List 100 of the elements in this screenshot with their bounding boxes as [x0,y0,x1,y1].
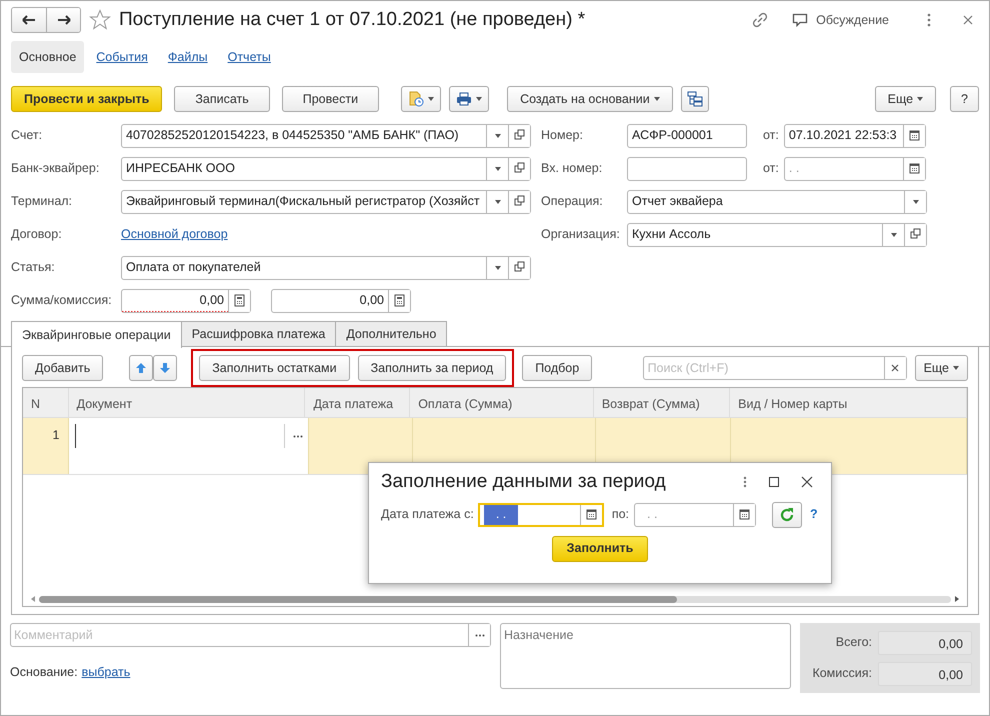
caret-icon [494,166,500,170]
calculator-button[interactable] [388,290,410,312]
arrow-down-icon [159,362,172,374]
forward-button[interactable] [46,8,80,32]
select-field[interactable]: 40702852520120154223, в 044525350 "АМБ БАНК" (ПАО) [121,124,531,148]
select-field[interactable]: Отчет эквайера [627,190,927,214]
open-window-icon [514,195,525,208]
more-icon[interactable] [927,13,931,27]
toolbar-button[interactable]: Провести [282,86,380,112]
calendar-button[interactable] [733,504,756,526]
more-button[interactable]: Еще [874,86,936,112]
open-button[interactable] [508,190,530,212]
open-window-icon [910,228,921,241]
basis-label: Основание: [10,664,78,681]
add-button[interactable]: Добавить [22,355,104,381]
toolbar-button[interactable]: Записать [174,86,270,112]
dropdown-button[interactable] [904,190,926,212]
total-label: Комиссия: [811,665,872,682]
star-icon[interactable] [89,9,111,31]
window-title: Поступление на счет 1 от 07.10.2021 (не проведен) * [119,8,586,32]
refresh-button[interactable] [772,502,802,528]
arrow-up-icon [135,362,148,374]
select-field[interactable]: Эквайринговый терминал(Фискальный регистратор (Хозяйст [121,190,531,214]
calculator-button[interactable] [228,290,250,312]
discussion-button[interactable]: Обсуждение [792,10,889,30]
ellipsis-icon[interactable] [292,435,302,438]
tab[interactable]: Эквайринговые операции [11,321,182,348]
refresh-icon [779,506,796,523]
documents-menu-button[interactable] [401,86,442,112]
link-icon[interactable] [752,12,768,28]
calendar-button[interactable] [902,124,925,146]
input-field[interactable]: АСФР-000001 [627,124,747,148]
select-field[interactable]: ИНРЕСБАНК ООО [121,156,531,180]
structure-button[interactable] [680,86,709,112]
caret-icon [494,200,500,204]
field-label: Операция: [541,193,604,210]
field-label: от: [763,160,779,178]
close-icon[interactable] [963,15,973,25]
maximize-icon[interactable] [769,477,779,488]
more-button[interactable]: Еще [914,355,968,381]
contract-link[interactable]: Основной договор [121,225,228,244]
column-header: Вид / Номер карты [730,388,967,417]
field-label: Дата платежа с: [381,506,474,524]
select-field[interactable]: Оплата от покупателей [121,256,531,280]
comment-field[interactable]: Комментарий [10,623,491,647]
row-number-cell: 1 [23,418,68,474]
field-label: от: [763,127,779,144]
nav-tab[interactable]: События [88,41,156,73]
open-button[interactable] [508,124,530,146]
basis-link[interactable]: выбрать [82,663,130,682]
date-field[interactable]: 07.10.2021 22:53:3 [784,124,926,148]
scroll-left-icon[interactable] [31,596,35,602]
caret-icon [654,97,660,101]
purpose-field[interactable]: Назначение [500,623,791,689]
tab[interactable]: Расшифровка платежа [180,321,336,346]
fill-button[interactable]: Заполнить за период [358,355,506,381]
more-icon[interactable] [743,476,747,488]
pick-button[interactable]: Подбор [522,355,592,381]
caret-icon [494,134,500,138]
search-field[interactable]: Поиск (Ctrl+F) [642,356,907,380]
open-window-icon [514,261,525,274]
date-field[interactable]: . . [478,502,604,527]
fill-button[interactable]: Заполнить [552,536,648,562]
help-button[interactable]: ? [950,86,979,112]
nav-tab[interactable]: Отчеты [220,41,279,73]
caret-icon [912,200,918,204]
input-field[interactable] [627,156,747,180]
amount-field[interactable]: 0,00 [121,288,251,312]
arrow-right-icon [56,15,70,25]
print-menu-button[interactable] [449,86,490,112]
help-link[interactable]: ? [810,505,818,524]
scroll-right-icon[interactable] [955,596,959,602]
caret-icon [476,97,482,101]
move-down-button[interactable] [153,355,178,381]
column-header: Документ [68,388,306,417]
calendar-button[interactable] [902,158,925,180]
dialog-title: Заполнение данными за период [381,471,666,494]
select-field[interactable]: Кухни Ассоль [627,222,927,246]
open-button[interactable] [904,224,926,246]
post-and-close-button[interactable]: Провести и закрыть [11,86,162,112]
amount-field[interactable]: 0,00 [271,288,411,312]
column-header: Дата платежа [305,388,410,417]
tab[interactable]: Дополнительно [335,321,448,346]
column-header: N [23,388,69,417]
open-button[interactable] [508,158,530,180]
fill-button[interactable]: Заполнить остатками [199,355,350,381]
back-button[interactable] [12,8,46,32]
open-button[interactable] [508,256,530,278]
create-based-on-button[interactable]: Создать на основании [507,86,673,112]
document-input[interactable] [74,424,284,448]
nav-tab[interactable]: Основное [11,41,84,73]
move-up-button[interactable] [129,355,154,381]
clear-search-button[interactable] [884,357,906,379]
nav-tab[interactable]: Файлы [160,41,216,73]
scrollbar-thumb[interactable] [39,596,678,602]
chat-icon [792,12,808,28]
field-label: Номер: [541,127,584,144]
caret-icon [953,366,959,370]
close-icon[interactable] [801,476,813,488]
total-label: Всего: [834,634,872,652]
